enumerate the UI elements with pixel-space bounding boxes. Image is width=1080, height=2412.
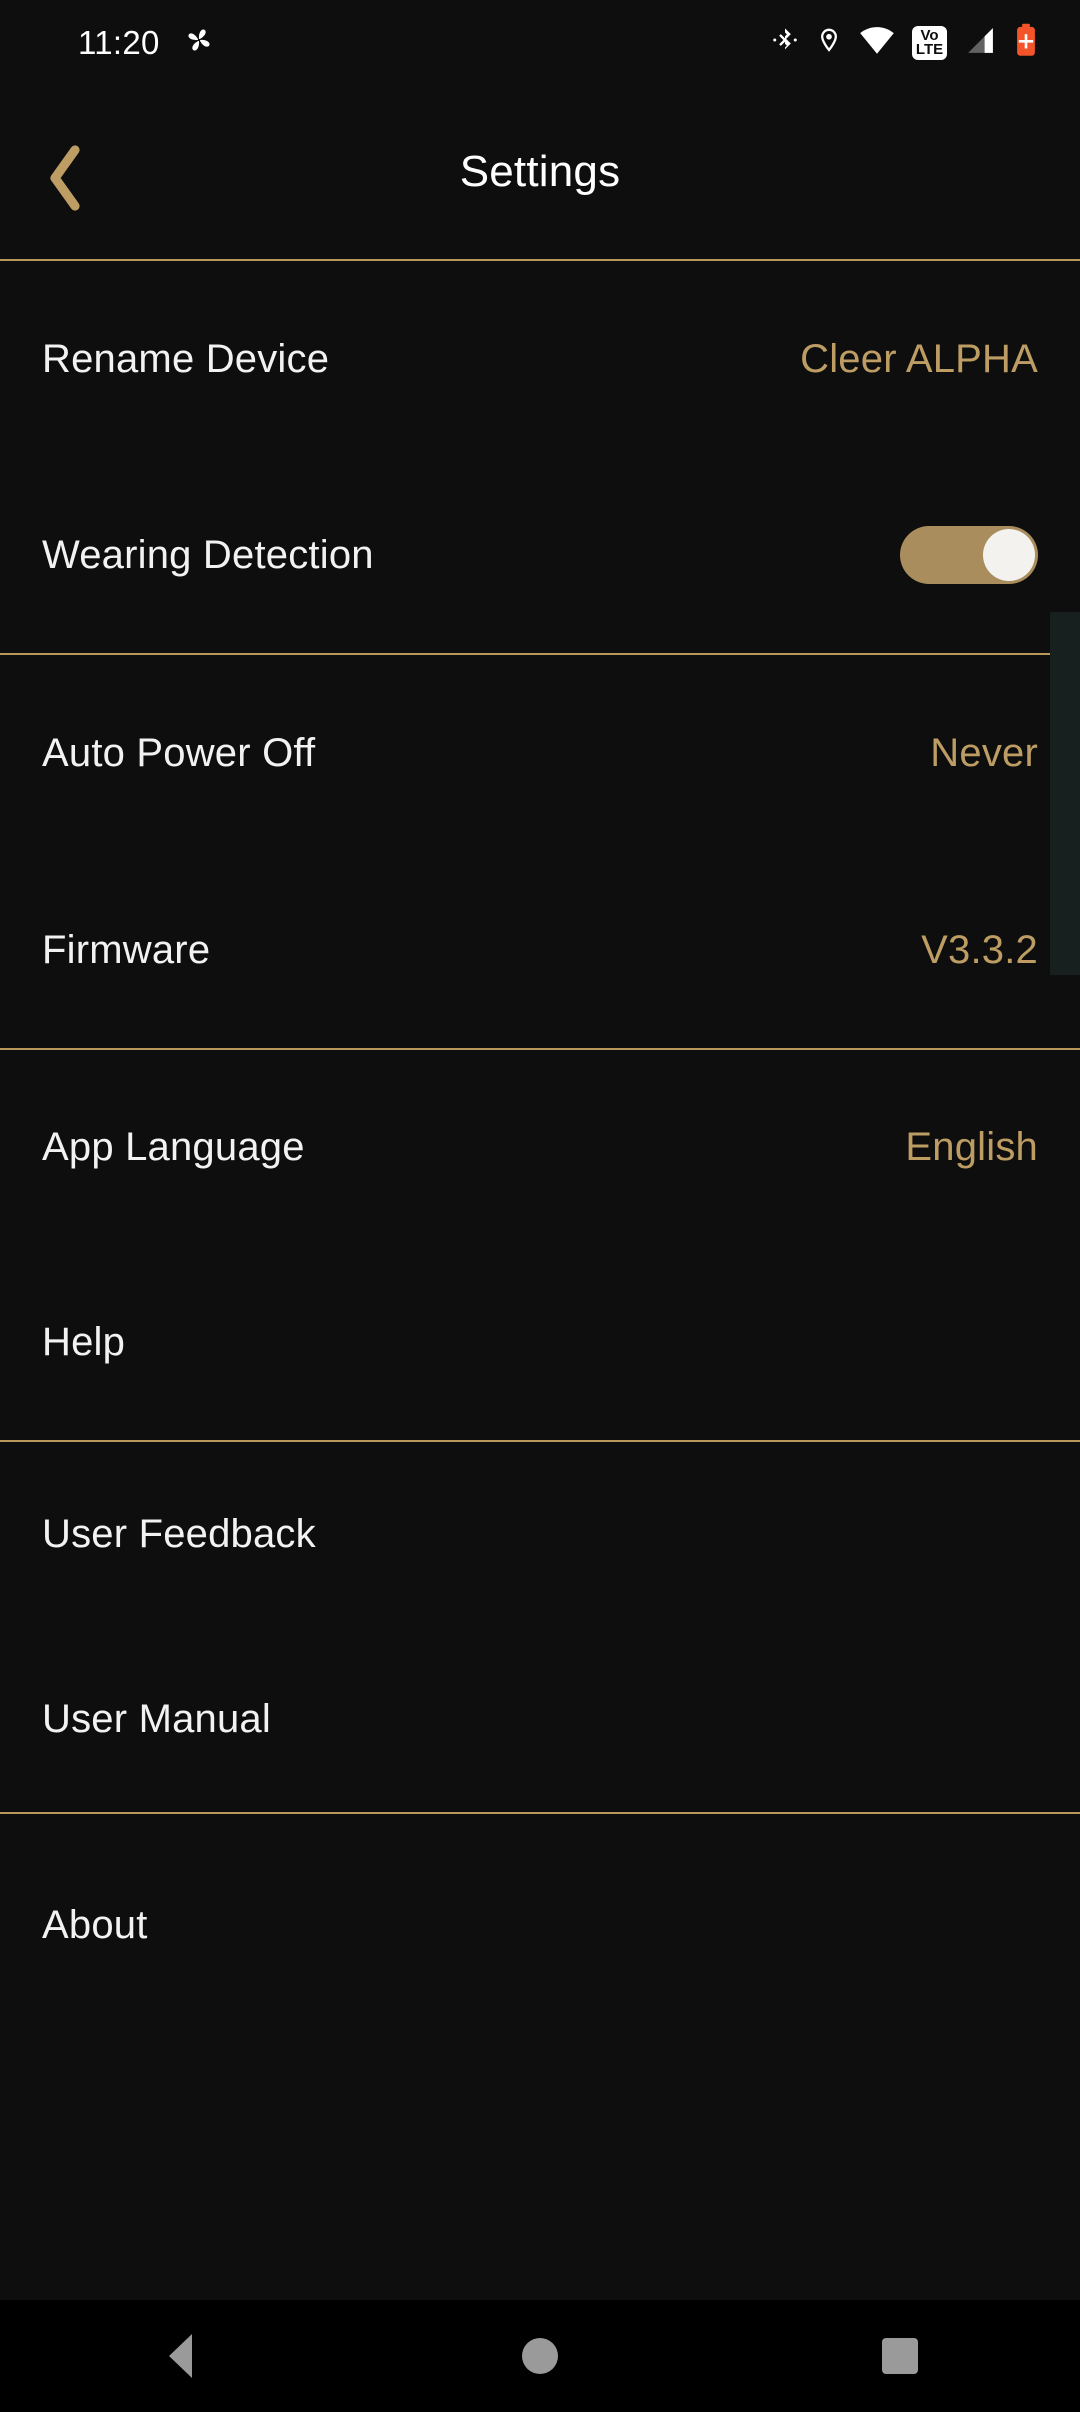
about-section: About	[0, 1814, 1080, 2036]
status-bar: 11:20 Vo LTE	[0, 0, 1080, 85]
row-value: English	[905, 1125, 1038, 1169]
status-bar-clock: 11:20	[78, 24, 160, 61]
toggle-knob	[983, 529, 1035, 581]
settings-row-user-feedback[interactable]: User Feedback	[0, 1442, 1080, 1627]
row-label: User Manual	[42, 1697, 271, 1741]
nav-recents-icon	[882, 2338, 918, 2374]
row-label: App Language	[42, 1125, 305, 1169]
settings-row-app-language[interactable]: App Language English	[0, 1050, 1080, 1245]
volte-icon: Vo LTE	[912, 25, 947, 60]
settings-row-auto-power-off[interactable]: Auto Power Off Never	[0, 655, 1080, 852]
row-label: User Feedback	[42, 1512, 316, 1556]
nav-home-icon	[522, 2338, 558, 2374]
chevron-left-icon	[50, 145, 80, 211]
row-value: Cleer ALPHA	[800, 336, 1038, 381]
power-section: Auto Power Off Never Firmware V3.3.2	[0, 655, 1080, 1048]
row-label: Firmware	[42, 927, 211, 972]
location-icon	[816, 23, 842, 62]
nav-home-button[interactable]	[480, 2300, 600, 2412]
battery-saver-icon	[1014, 23, 1038, 62]
settings-screen: 11:20 Vo LTE Settings Rename Device Clee…	[0, 0, 1080, 2412]
row-label: Auto Power Off	[42, 731, 316, 775]
scroll-edge-band	[1050, 612, 1080, 975]
status-bar-right: Vo LTE	[771, 0, 1038, 85]
support-section: User Feedback User Manual	[0, 1442, 1080, 1812]
app-header: Settings	[0, 85, 1080, 259]
settings-list: Rename Device Cleer ALPHA Wearing Detect…	[0, 259, 1080, 2038]
row-label: Wearing Detection	[42, 532, 374, 577]
settings-row-rename-device[interactable]: Rename Device Cleer ALPHA	[0, 261, 1080, 457]
row-label: About	[42, 1902, 148, 1947]
volte-line2: LTE	[915, 40, 944, 58]
nav-back-button[interactable]	[120, 2300, 240, 2412]
settings-row-about[interactable]: About	[0, 1814, 1080, 2036]
page-title: Settings	[459, 147, 621, 196]
settings-row-wearing-detection[interactable]: Wearing Detection	[0, 457, 1080, 653]
bluetooth-icon	[771, 23, 799, 62]
app-section: App Language English Help	[0, 1050, 1080, 1440]
settings-row-user-manual[interactable]: User Manual	[0, 1627, 1080, 1812]
settings-row-firmware[interactable]: Firmware V3.3.2	[0, 852, 1080, 1048]
row-label: Help	[42, 1320, 126, 1364]
row-value: V3.3.2	[921, 927, 1038, 972]
device-section: Rename Device Cleer ALPHA Wearing Detect…	[0, 261, 1080, 653]
row-value: Never	[930, 731, 1038, 775]
wifi-icon	[859, 23, 895, 62]
back-button[interactable]	[22, 135, 108, 221]
android-nav-bar	[0, 2300, 1080, 2412]
status-bar-left: 11:20	[78, 0, 216, 85]
pinwheel-app-icon	[182, 23, 216, 62]
nav-back-icon	[168, 2334, 192, 2378]
list-bottom-filler	[0, 2032, 1080, 2300]
nav-recents-button[interactable]	[840, 2300, 960, 2412]
settings-row-help[interactable]: Help	[0, 1245, 1080, 1440]
wearing-detection-toggle[interactable]	[900, 526, 1038, 584]
row-label: Rename Device	[42, 336, 330, 381]
cellular-signal-icon	[964, 24, 997, 62]
